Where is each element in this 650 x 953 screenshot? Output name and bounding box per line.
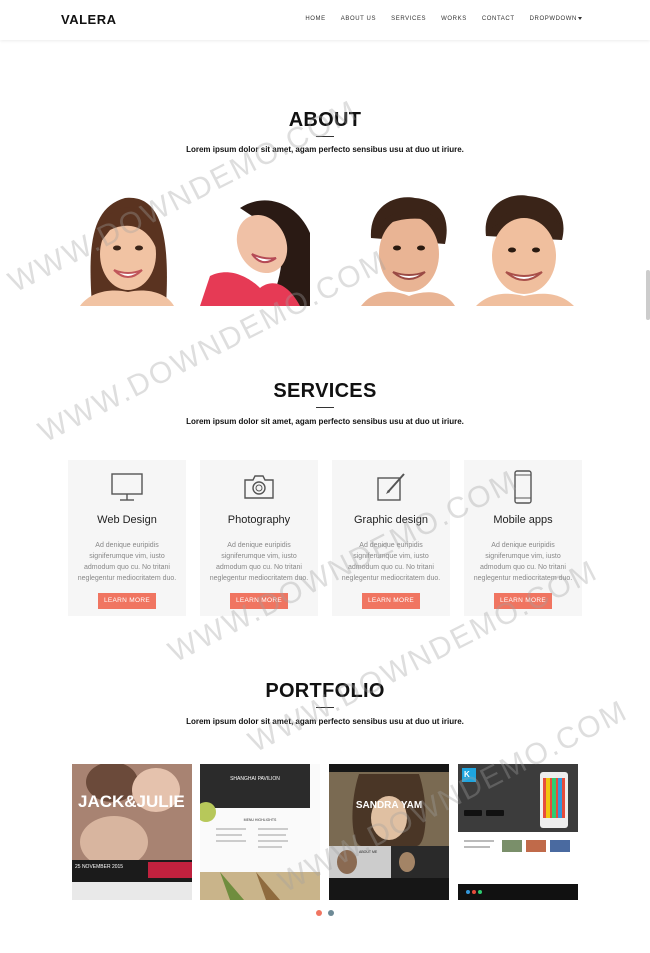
nav-dropdown[interactable]: DROPWDOWN	[530, 16, 582, 22]
portfolio-template-image	[329, 764, 449, 900]
portfolio-item-4[interactable]: K	[458, 764, 578, 900]
about-subtitle: Lorem ipsum dolor sit amet, agam perfect…	[186, 145, 464, 154]
site-logo[interactable]: VALERA	[61, 12, 116, 27]
portfolio-subtitle: Lorem ipsum dolor sit amet, agam perfect…	[186, 717, 464, 726]
nav-home[interactable]: HOME	[305, 16, 325, 22]
main-menu: HOME ABOUT US SERVICES WORKS CONTACT DRO…	[290, 16, 582, 22]
service-description: Ad denique euripidis signiferumque vim, …	[77, 542, 177, 582]
services-title: SERVICES	[273, 380, 377, 402]
services-divider	[316, 407, 334, 408]
man-portrait-image	[355, 188, 465, 306]
portfolio-item-2[interactable]: SHANGHAI PAVILION MENU HIGHLIGHTS	[200, 764, 320, 900]
learn-more-button[interactable]: LEARN MORE	[98, 593, 156, 609]
nav-services[interactable]: SERVICES	[391, 16, 426, 22]
pencil-frame-icon	[377, 473, 405, 501]
top-navbar: VALERA HOME ABOUT US SERVICES WORKS CONT…	[0, 0, 650, 40]
carousel-dot-active[interactable]	[316, 910, 322, 916]
service-title: Photography	[227, 514, 291, 526]
nav-works[interactable]: WORKS	[441, 16, 467, 22]
service-description: Ad denique euripidis signiferumque vim, …	[209, 542, 309, 582]
nav-about-us[interactable]: ABOUT US	[341, 16, 376, 22]
portfolio-heading: JACK&JULIE	[78, 792, 185, 811]
service-description: Ad denique euripidis signiferumque vim, …	[473, 542, 573, 582]
learn-more-button[interactable]: LEARN MORE	[494, 593, 552, 609]
camera-icon	[244, 475, 274, 499]
scrollbar-thumb[interactable]	[646, 270, 650, 320]
learn-more-button[interactable]: LEARN MORE	[362, 593, 420, 609]
service-card-mobile-apps: Mobile apps Ad denique euripidis signife…	[464, 460, 582, 616]
portfolio-heading: SHANGHAI PAVILION	[230, 776, 280, 782]
portfolio-date: 25 NOVEMBER 2015	[75, 864, 124, 870]
wedding-template-image	[72, 764, 192, 900]
portfolio-sub: MENU HIGHLIGHTS	[243, 818, 277, 822]
services-subtitle: Lorem ipsum dolor sit amet, agam perfect…	[186, 417, 464, 426]
portfolio-title: PORTFOLIO	[265, 680, 385, 702]
service-title: Web Design	[97, 514, 157, 526]
nav-dropdown-label: DROPWDOWN	[529, 16, 577, 22]
portfolio-sub: ABOUT ME	[359, 850, 378, 854]
learn-more-button[interactable]: LEARN MORE	[230, 593, 288, 609]
service-description: Ad denique euripidis signiferumque vim, …	[341, 542, 441, 582]
about-divider	[316, 136, 334, 137]
caret-down-icon	[578, 16, 582, 20]
nav-contact[interactable]: CONTACT	[482, 16, 515, 22]
portfolio-heading: K	[464, 770, 470, 779]
service-card-photography: Photography Ad denique euripidis signife…	[200, 460, 318, 616]
app-template-image	[458, 764, 578, 900]
carousel-dot[interactable]	[328, 910, 334, 916]
phone-icon	[514, 470, 532, 504]
portfolio-heading: SANDRA YAM	[355, 800, 423, 811]
team-photo-3	[355, 188, 465, 306]
service-title: Graphic design	[354, 514, 428, 526]
monitor-icon	[111, 473, 143, 501]
woman-portrait-image	[70, 188, 180, 306]
about-title: ABOUT	[288, 109, 362, 131]
team-photo-1	[70, 188, 180, 306]
team-photo-4	[470, 188, 580, 306]
service-card-graphic-design: Graphic design Ad denique euripidis sign…	[332, 460, 450, 616]
portfolio-item-3[interactable]: SANDRA YAM ABOUT ME	[329, 764, 449, 900]
man-smiling-image	[470, 188, 580, 306]
portfolio-item-1[interactable]: JACK&JULIE 25 NOVEMBER 2015	[72, 764, 192, 900]
team-photo-2	[200, 188, 310, 306]
restaurant-template-image	[200, 764, 320, 900]
portfolio-divider	[316, 707, 334, 708]
woman-laughing-image	[200, 188, 310, 306]
service-title: Mobile apps	[493, 514, 553, 526]
service-card-web-design: Web Design Ad denique euripidis signifer…	[68, 460, 186, 616]
